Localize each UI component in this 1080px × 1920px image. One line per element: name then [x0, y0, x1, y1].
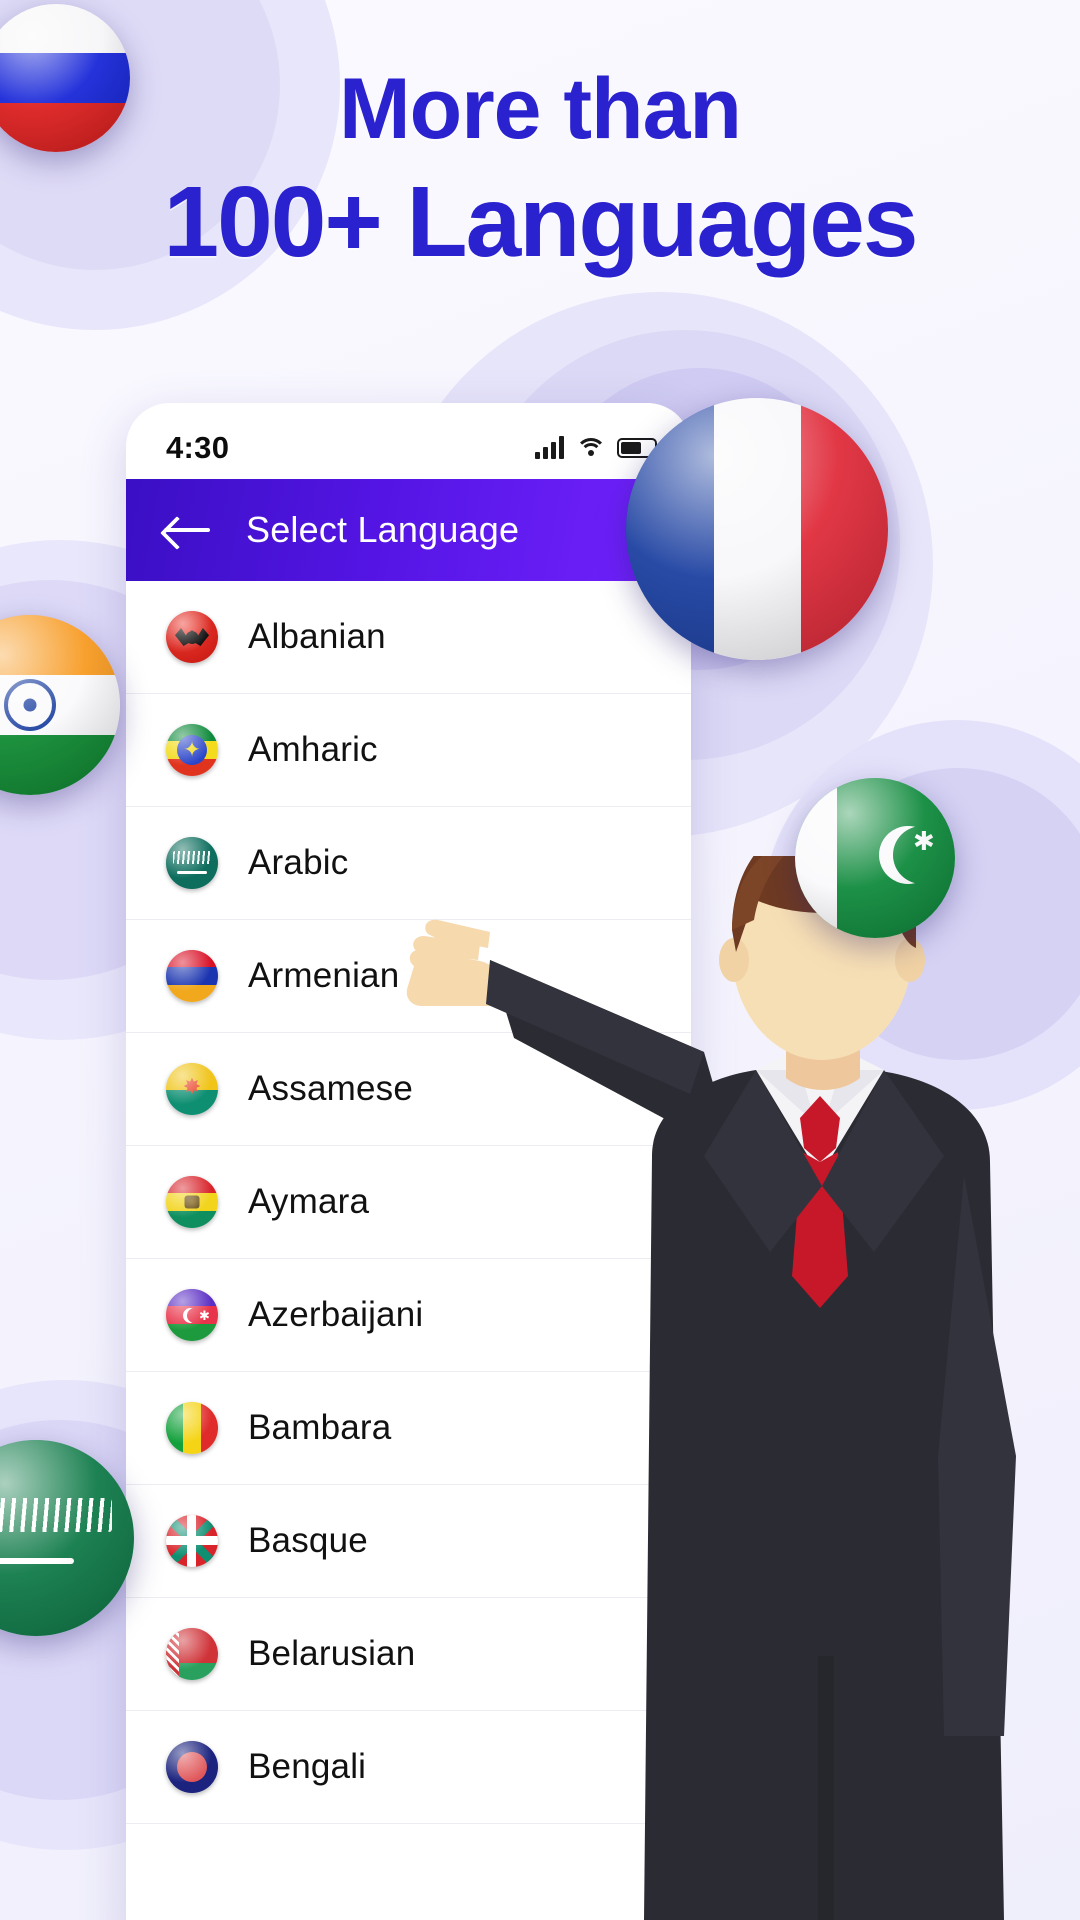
list-item-label: Aymara	[248, 1182, 370, 1221]
back-arrow-icon[interactable]	[164, 513, 212, 547]
basque-flag-icon	[166, 1515, 218, 1567]
bolivia-flag-icon	[166, 1176, 218, 1228]
saudi-arabia-flag-icon	[166, 837, 218, 889]
signal-bars-icon	[535, 436, 564, 459]
list-item-label: Armenian	[248, 956, 400, 995]
saudi-arabia-flag-badge	[0, 1440, 134, 1636]
list-item-label: Albanian	[248, 617, 386, 656]
india-flag-badge	[0, 615, 120, 795]
armenia-flag-icon	[166, 950, 218, 1002]
app-bar: Select Language	[126, 479, 691, 581]
france-flag-badge	[626, 398, 888, 660]
list-item-label: Arabic	[248, 843, 349, 882]
page-title: Select Language	[246, 509, 520, 550]
mali-flag-icon	[166, 1402, 218, 1454]
list-item-label: Bengali	[248, 1747, 367, 1786]
list-item[interactable]: ● Albanian	[126, 581, 691, 694]
pakistan-flag-badge: ✱	[795, 778, 955, 938]
list-item-label: Bambara	[248, 1408, 392, 1447]
status-time: 4:30	[166, 430, 230, 465]
list-item-label: Assamese	[248, 1069, 413, 1108]
wifi-icon	[575, 437, 606, 459]
azerbaijan-flag-icon: ✱	[166, 1289, 218, 1341]
list-item-label: Belarusian	[248, 1634, 416, 1673]
list-item-label: Basque	[248, 1521, 368, 1560]
bangladesh-flag-icon	[166, 1741, 218, 1793]
ethiopia-flag-icon: ✦	[166, 724, 218, 776]
status-bar: 4:30	[126, 403, 691, 479]
belarus-flag-icon	[166, 1628, 218, 1680]
list-item-label: Azerbaijani	[248, 1295, 424, 1334]
albania-flag-icon: ●	[166, 611, 218, 663]
list-item-label: Amharic	[248, 730, 378, 769]
list-item[interactable]: ✦ Amharic	[126, 694, 691, 807]
promo-stage: More than 100+ Languages 4:30 Select Lan…	[0, 0, 1080, 1920]
russia-flag-badge	[0, 4, 130, 152]
assam-flag-icon: ✸	[166, 1063, 218, 1115]
businessman-presenting-illustration	[404, 818, 1080, 1920]
